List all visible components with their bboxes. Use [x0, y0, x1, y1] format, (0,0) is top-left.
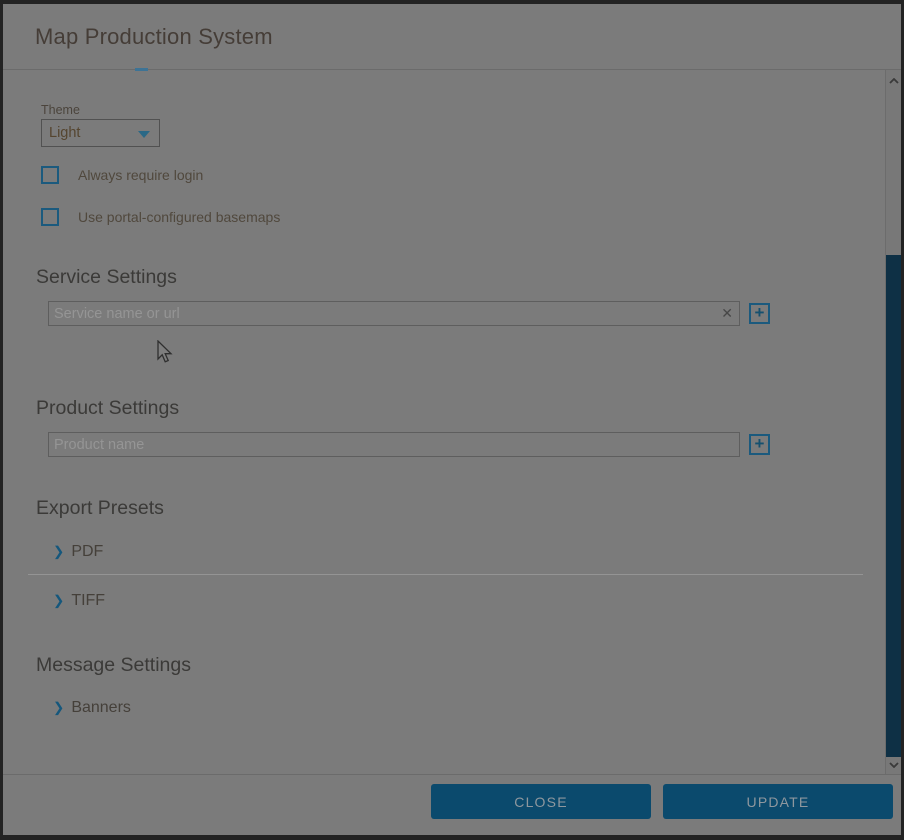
chevron-down-icon — [889, 762, 899, 768]
scrollbar-thumb[interactable] — [886, 255, 901, 757]
theme-select[interactable]: Light — [41, 119, 160, 147]
clear-icon[interactable]: ✕ — [721, 304, 733, 322]
export-preset-tiff[interactable]: ❯ TIFF — [53, 592, 105, 610]
theme-label: Theme — [41, 103, 80, 117]
scroll-down-arrow[interactable] — [886, 756, 901, 774]
close-button[interactable]: CLOSE — [431, 784, 651, 819]
chevron-right-icon: ❯ — [53, 699, 64, 717]
update-button[interactable]: UPDATE — [663, 784, 893, 819]
export-preset-pdf[interactable]: ❯ PDF — [53, 543, 103, 561]
checkbox-row-always-require-login: Always require login — [41, 166, 203, 184]
message-setting-banners-label: Banners — [71, 699, 131, 717]
map-production-dialog: Map Production System Theme Light Always… — [0, 0, 904, 840]
chevron-right-icon: ❯ — [53, 543, 64, 561]
service-settings-heading: Service Settings — [36, 266, 177, 289]
theme-select-value: Light — [49, 125, 80, 141]
service-input-row: ✕ + — [48, 301, 770, 326]
message-setting-banners[interactable]: ❯ Banners — [53, 699, 131, 717]
add-product-button[interactable]: + — [749, 434, 770, 455]
chevron-down-icon — [138, 131, 150, 138]
mouse-cursor-icon — [155, 340, 175, 364]
export-presets-heading: Export Presets — [36, 497, 164, 520]
product-name-input[interactable] — [48, 432, 740, 457]
product-settings-heading: Product Settings — [36, 397, 179, 420]
portal-basemaps-label: Use portal-configured basemaps — [78, 209, 280, 225]
checkbox-row-portal-basemaps: Use portal-configured basemaps — [41, 208, 280, 226]
product-input-wrap — [48, 432, 740, 457]
export-preset-tiff-label: TIFF — [71, 592, 105, 610]
dialog-footer: CLOSE UPDATE — [3, 774, 901, 835]
dialog-title: Map Production System — [35, 24, 273, 50]
always-require-login-label: Always require login — [78, 167, 203, 183]
message-settings-heading: Message Settings — [36, 654, 191, 677]
dialog-content: Theme Light Always require login Use por… — [3, 70, 901, 774]
service-input-wrap: ✕ — [48, 301, 740, 326]
vertical-scrollbar[interactable] — [885, 70, 901, 774]
scroll-up-arrow[interactable] — [886, 72, 901, 90]
chevron-right-icon: ❯ — [53, 592, 64, 610]
dialog-header: Map Production System — [3, 4, 901, 70]
export-preset-pdf-label: PDF — [71, 543, 103, 561]
add-service-button[interactable]: + — [749, 303, 770, 324]
service-name-input[interactable] — [48, 301, 740, 326]
divider — [28, 574, 863, 575]
product-input-row: + — [48, 432, 770, 457]
chevron-up-icon — [889, 78, 899, 84]
portal-basemaps-checkbox[interactable] — [41, 208, 59, 226]
always-require-login-checkbox[interactable] — [41, 166, 59, 184]
